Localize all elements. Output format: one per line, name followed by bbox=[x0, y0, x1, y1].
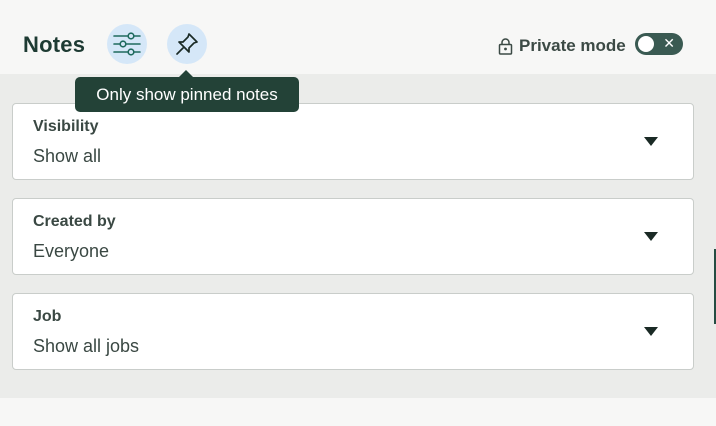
chevron-down-icon bbox=[644, 137, 658, 146]
notes-panel: Notes Private mode ✕ Visibility Show all… bbox=[0, 0, 716, 426]
page-title: Notes bbox=[23, 32, 86, 57]
panel-footer bbox=[0, 398, 716, 426]
pin-button[interactable] bbox=[167, 24, 207, 64]
private-mode-label: Private mode bbox=[519, 36, 626, 55]
tooltip-text: Only show pinned notes bbox=[96, 84, 278, 104]
visibility-label: Visibility bbox=[33, 118, 99, 135]
filter-button[interactable] bbox=[107, 24, 147, 64]
toggle-knob bbox=[638, 36, 654, 52]
job-select[interactable]: Job Show all jobs bbox=[12, 293, 694, 370]
visibility-select[interactable]: Visibility Show all bbox=[12, 103, 694, 180]
close-icon: ✕ bbox=[663, 36, 675, 52]
job-label: Job bbox=[33, 308, 62, 325]
job-value: Show all jobs bbox=[33, 336, 140, 356]
pin-icon bbox=[176, 33, 198, 55]
private-mode-toggle[interactable]: ✕ bbox=[635, 33, 683, 55]
chevron-down-icon bbox=[644, 327, 658, 336]
chevron-down-icon bbox=[644, 232, 658, 241]
notes-header: Notes Private mode ✕ bbox=[0, 0, 716, 74]
created-by-select[interactable]: Created by Everyone bbox=[12, 198, 694, 275]
lock-icon bbox=[498, 37, 513, 55]
visibility-value: Show all bbox=[33, 146, 102, 166]
created-by-label: Created by bbox=[33, 213, 116, 230]
sliders-icon bbox=[113, 32, 141, 56]
private-mode-group: Private mode bbox=[498, 36, 626, 56]
pin-tooltip: Only show pinned notes bbox=[75, 70, 299, 112]
created-by-value: Everyone bbox=[33, 241, 110, 261]
